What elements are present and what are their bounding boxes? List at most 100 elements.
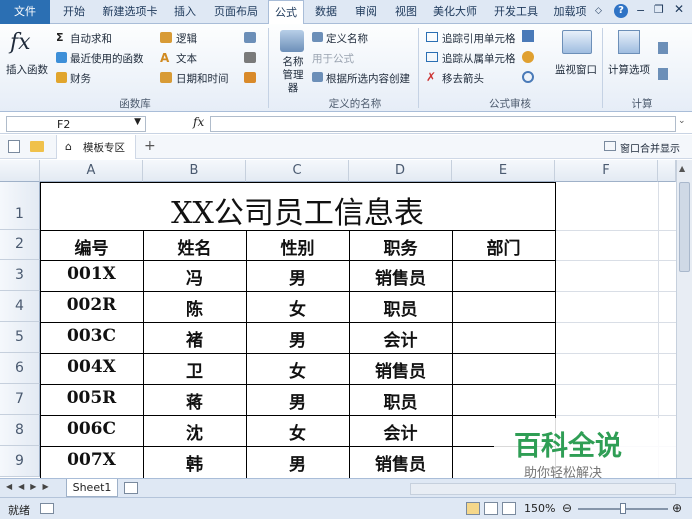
folder-icon[interactable] [30,141,44,152]
zoom-in-icon[interactable]: ⊕ [672,501,682,515]
header-cell-department[interactable]: 部门 [452,234,555,259]
finance-button[interactable]: 财务 [70,71,91,86]
cell-gender[interactable]: 女 [246,295,349,320]
define-name-button[interactable]: 定义名称 [326,31,368,46]
tab-developer[interactable]: 开发工具 [488,0,544,24]
error-checking-icon[interactable] [522,51,534,63]
cell-position[interactable]: 职员 [349,388,452,413]
insert-function-button[interactable]: 插入函数 [6,62,48,77]
cell-position[interactable]: 职员 [349,295,452,320]
restore-icon[interactable]: ❐ [654,3,664,16]
cell-name[interactable]: 蒋 [143,388,246,413]
autosum-button[interactable]: 自动求和 [70,31,112,46]
trace-dependents-button[interactable]: 追踪从属单元格 [442,51,516,66]
header-cell-name[interactable]: 姓名 [143,234,246,259]
sheet-nav-icon[interactable]: ◀◀▶▶ [6,482,55,491]
cell-gender[interactable]: 女 [246,419,349,444]
use-in-formula-button[interactable]: 用于公式 [312,51,354,66]
name-box[interactable]: F2 ▼ [6,116,146,132]
select-all-corner[interactable] [0,160,40,182]
row-header-1[interactable]: 1 [0,182,40,230]
datetime-button[interactable]: 日期和时间 [176,71,229,86]
cell-id[interactable]: 007X [40,450,143,470]
row-header-3[interactable]: 3 [0,260,40,291]
tab-page-layout[interactable]: 页面布局 [208,0,264,24]
tab-template-zone[interactable]: ⌂ 模板专区 [56,135,136,159]
name-manager-button[interactable]: 名称 管理器 [278,56,308,95]
tab-file[interactable]: 文件 [0,0,50,24]
tab-formulas[interactable]: 公式 [268,0,304,25]
tab-insert[interactable]: 插入 [168,0,202,24]
column-header-c[interactable]: C [246,160,349,182]
minimize-icon[interactable]: − [636,4,645,17]
tab-new[interactable]: 新建选项卡 [98,0,162,24]
macro-record-icon[interactable] [40,503,54,514]
trace-precedents-button[interactable]: 追踪引用单元格 [442,31,516,46]
tab-view[interactable]: 视图 [390,0,422,24]
help-icon[interactable]: ? [614,4,628,18]
tab-home[interactable]: 开始 [58,0,90,24]
horizontal-scrollbar[interactable] [410,483,676,495]
cell-name[interactable]: 陈 [143,295,246,320]
cell-id[interactable]: 002R [40,295,143,315]
cell-name[interactable]: 卫 [143,357,246,382]
row-header-5[interactable]: 5 [0,322,40,353]
row-header-8[interactable]: 8 [0,415,40,446]
column-header-f[interactable]: F [555,160,658,182]
header-cell-gender[interactable]: 性别 [246,234,349,259]
tab-addins[interactable]: 加载项 [550,0,590,24]
create-from-selection-button[interactable]: 根据所选内容创建 [326,71,410,86]
cell-name[interactable]: 沈 [143,419,246,444]
zoom-out-icon[interactable]: ⊖ [562,501,572,515]
lookup-icon[interactable] [244,32,256,43]
row-header-4[interactable]: 4 [0,291,40,322]
vertical-scrollbar[interactable]: ▲ [676,160,692,478]
evaluate-formula-icon[interactable] [522,71,534,83]
normal-view-icon[interactable] [466,502,480,515]
calculation-options-button[interactable]: 计算选项 [608,62,650,77]
row-header-7[interactable]: 7 [0,384,40,415]
row-header-9[interactable]: 9 [0,446,40,477]
column-header-d[interactable]: D [349,160,452,182]
cell-gender[interactable]: 男 [246,450,349,475]
close-icon[interactable]: ✕ [674,2,684,16]
sheet-tab-sheet1[interactable]: Sheet1 [66,479,118,497]
zoom-level[interactable]: 150% [524,502,555,515]
cell-id[interactable]: 003C [40,326,143,346]
zoom-slider-thumb[interactable] [620,503,626,514]
sheet-title-cell[interactable]: XX公司员工信息表 [40,188,555,232]
merge-window-button[interactable]: 窗口合并显示 [620,140,680,155]
cell-position[interactable]: 销售员 [349,264,452,289]
header-cell-position[interactable]: 职务 [349,234,452,259]
cell-gender[interactable]: 男 [246,264,349,289]
remove-arrows-button[interactable]: 移去箭头 [442,71,484,86]
cell-gender[interactable]: 女 [246,357,349,382]
expand-formula-bar-icon[interactable]: ⌄ [678,116,686,126]
tab-data[interactable]: 数据 [310,0,342,24]
cell-id[interactable]: 006C [40,419,143,439]
math-icon[interactable] [244,52,256,63]
tab-beautify[interactable]: 美化大师 [428,0,482,24]
cell-position[interactable]: 会计 [349,419,452,444]
page-layout-view-icon[interactable] [484,502,498,515]
logic-button[interactable]: 逻辑 [176,31,197,46]
cell-name[interactable]: 褚 [143,326,246,351]
cell-id[interactable]: 005R [40,388,143,408]
cell-gender[interactable]: 男 [246,388,349,413]
column-header-b[interactable]: B [143,160,246,182]
cell-id[interactable]: 001X [40,264,143,284]
collapse-ribbon-icon[interactable]: ◇ [595,6,603,16]
calculate-sheet-icon[interactable] [658,68,668,80]
column-header-a[interactable]: A [40,160,143,182]
row-header-6[interactable]: 6 [0,353,40,384]
calculate-now-icon[interactable] [658,42,668,54]
column-header-e[interactable]: E [452,160,555,182]
chevron-down-icon[interactable]: ▼ [134,117,141,127]
new-document-icon[interactable] [8,140,20,153]
insert-function-icon[interactable]: fx [193,115,204,129]
add-tab-button[interactable]: + [144,138,156,154]
row-header-2[interactable]: 2 [0,230,40,260]
cell-position[interactable]: 销售员 [349,450,452,475]
tab-review[interactable]: 审阅 [350,0,382,24]
insert-sheet-icon[interactable] [124,482,138,494]
